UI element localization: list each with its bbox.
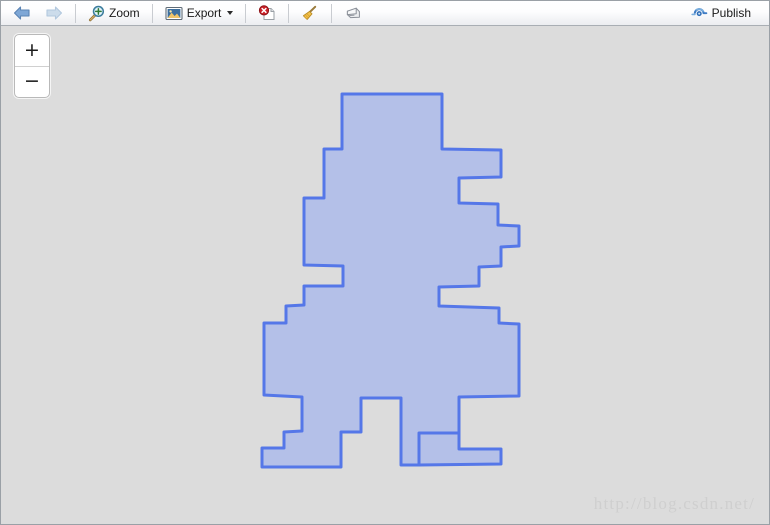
stepped-polygon-shape[interactable] bbox=[260, 92, 521, 469]
zoom-out-button[interactable]: − bbox=[15, 67, 49, 98]
toolbar-separator bbox=[331, 3, 333, 23]
main-toolbar: Zoom Export Publish bbox=[1, 1, 769, 26]
toolbar-separator bbox=[288, 3, 290, 23]
toolbar-right-group: Publish bbox=[684, 1, 764, 25]
print-icon bbox=[344, 5, 362, 21]
export-image-icon bbox=[165, 6, 183, 21]
publish-button[interactable]: Publish bbox=[685, 2, 757, 25]
toolbar-left-group: Zoom Export bbox=[6, 1, 684, 25]
delete-button[interactable] bbox=[252, 2, 282, 25]
forward-arrow-icon bbox=[45, 5, 63, 21]
shape-layer bbox=[260, 92, 521, 469]
back-button[interactable] bbox=[7, 2, 37, 25]
export-button[interactable]: Export bbox=[159, 2, 240, 25]
publish-icon bbox=[691, 6, 708, 21]
delete-page-icon bbox=[258, 5, 276, 21]
zoom-button[interactable]: Zoom bbox=[82, 2, 146, 25]
clear-button[interactable] bbox=[295, 2, 325, 25]
application-window: Zoom Export Publish + − http://blog.csdn… bbox=[0, 0, 770, 525]
zoom-in-button[interactable]: + bbox=[15, 35, 49, 67]
forward-button[interactable] bbox=[39, 2, 69, 25]
back-arrow-icon bbox=[13, 5, 31, 21]
toolbar-separator bbox=[75, 3, 76, 23]
watermark-text: http://blog.csdn.net/ bbox=[593, 494, 755, 513]
toolbar-separator bbox=[245, 3, 247, 23]
broom-icon bbox=[301, 5, 319, 21]
zoom-control: + − bbox=[14, 34, 50, 98]
magnifier-icon bbox=[88, 5, 105, 22]
map-canvas[interactable]: + − http://blog.csdn.net/ bbox=[1, 26, 769, 524]
publish-button-label: Publish bbox=[711, 6, 751, 20]
export-button-label: Export bbox=[186, 6, 222, 20]
zoom-button-label: Zoom bbox=[109, 6, 140, 20]
print-button[interactable] bbox=[338, 2, 368, 25]
toolbar-separator bbox=[151, 3, 153, 23]
chevron-down-icon bbox=[227, 11, 234, 15]
